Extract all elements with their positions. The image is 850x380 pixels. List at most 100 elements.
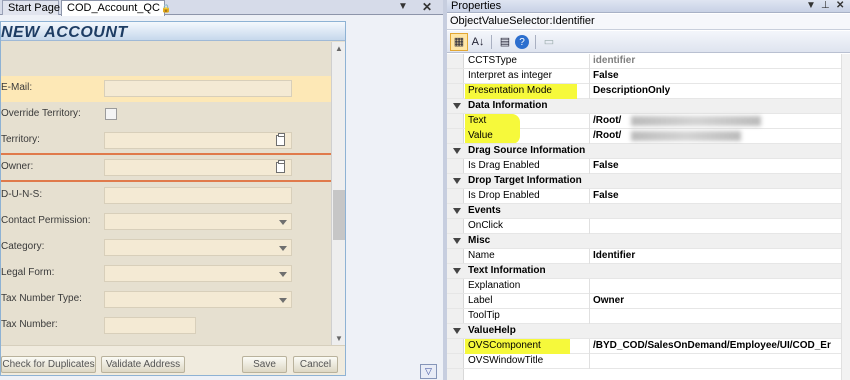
- territory-label: Territory:: [1, 134, 40, 145]
- categorized-view-icon[interactable]: ▦: [450, 33, 468, 51]
- tab-cod-account-qc[interactable]: COD_Account_QC🔒: [61, 0, 171, 16]
- property-name: Value: [468, 130, 493, 141]
- scroll-down-icon[interactable]: ▼: [335, 334, 343, 343]
- column-divider: [589, 69, 590, 84]
- events-help-icon[interactable]: ?: [515, 35, 529, 49]
- form-row-legal-form[interactable]: Legal Form:: [1, 261, 331, 287]
- category-name: Drag Source Information: [468, 145, 586, 156]
- form-row-category[interactable]: Category:: [1, 235, 331, 261]
- alphabetical-sort-icon[interactable]: A↓: [469, 33, 487, 51]
- territory-field[interactable]: [104, 132, 292, 149]
- close-icon[interactable]: ✕: [836, 0, 844, 12]
- collapse-icon[interactable]: [453, 148, 461, 154]
- value-help-icon[interactable]: [276, 133, 285, 146]
- value-help-icon[interactable]: [276, 160, 285, 173]
- property-row-is-drop-enabled[interactable]: Is Drop Enabled False: [447, 189, 850, 204]
- object-selector[interactable]: ObjectValueSelector:Identifier: [447, 14, 850, 30]
- form-row-email[interactable]: E-Mail:: [1, 76, 331, 102]
- form-footer: Check for Duplicates Validate Address Sa…: [1, 345, 345, 375]
- column-divider: [589, 159, 590, 174]
- email-field[interactable]: [104, 80, 292, 97]
- property-row-presentation-mode[interactable]: Presentation Mode DescriptionOnly: [447, 84, 850, 99]
- category-events[interactable]: Events: [447, 204, 850, 219]
- designer-canvas: NEW ACCOUNT E-Mail: Override Territory: …: [0, 16, 443, 380]
- collapse-icon[interactable]: [453, 328, 461, 334]
- property-row-is-drag-enabled[interactable]: Is Drag Enabled False: [447, 159, 850, 174]
- override-territory-checkbox[interactable]: [105, 108, 117, 120]
- scroll-thumb[interactable]: [333, 190, 345, 240]
- tab-start-page-label: Start Page: [8, 2, 60, 14]
- column-divider: [589, 294, 590, 309]
- check-duplicates-button[interactable]: Check for Duplicates: [1, 356, 96, 373]
- selected-object-label: ObjectValueSelector:Identifier: [450, 15, 595, 27]
- property-row-ovswindowtitle[interactable]: OVSWindowTitle: [447, 354, 850, 369]
- property-row-explanation[interactable]: Explanation: [447, 279, 850, 294]
- tab-start-page[interactable]: Start Page: [2, 0, 60, 15]
- category-valuehelp[interactable]: ValueHelp: [447, 324, 850, 339]
- property-row-onclick[interactable]: OnClick: [447, 219, 850, 234]
- category-drop-target[interactable]: Drop Target Information: [447, 174, 850, 189]
- column-divider: [589, 114, 590, 129]
- column-divider: [589, 354, 590, 369]
- collapse-icon[interactable]: [453, 178, 461, 184]
- property-pages-icon[interactable]: ▭: [540, 33, 558, 51]
- collapse-icon[interactable]: [453, 238, 461, 244]
- collapse-icon[interactable]: [453, 208, 461, 214]
- dropdown-arrow-icon[interactable]: [279, 298, 287, 303]
- category-data-information[interactable]: Data Information: [447, 99, 850, 114]
- contact-permission-select[interactable]: [104, 213, 292, 230]
- property-row-ovscomponent[interactable]: OVSComponent /BYD_COD/SalesOnDemand/Empl…: [447, 339, 850, 354]
- property-name: OnClick: [468, 220, 504, 231]
- category-drag-source[interactable]: Drag Source Information: [447, 144, 850, 159]
- scroll-up-icon[interactable]: ▲: [335, 44, 343, 53]
- dropdown-arrow-icon[interactable]: [279, 272, 287, 277]
- cancel-button[interactable]: Cancel: [293, 356, 338, 373]
- validate-address-button[interactable]: Validate Address: [101, 356, 185, 373]
- collapse-icon[interactable]: [453, 103, 461, 109]
- property-row-tooltip[interactable]: ToolTip: [447, 309, 850, 324]
- close-tab-icon[interactable]: ✕: [422, 0, 432, 15]
- dropdown-arrow-icon[interactable]: [279, 246, 287, 251]
- duns-field[interactable]: [104, 187, 292, 204]
- column-divider: [589, 219, 590, 234]
- form-scrollbar[interactable]: ▲ ▼: [331, 42, 345, 345]
- save-button[interactable]: Save: [242, 356, 287, 373]
- property-value: /BYD_COD/SalesOnDemand/Employee/UI/COD_E…: [593, 340, 831, 351]
- form-body: E-Mail: Override Territory: Territory: O…: [1, 42, 331, 342]
- property-row-text[interactable]: Text /Root/: [447, 114, 850, 144]
- property-row-label[interactable]: Label Owner: [447, 294, 850, 309]
- column-divider: [589, 189, 590, 204]
- pin-icon[interactable]: ⊥: [821, 0, 830, 12]
- canvas-overflow-dropdown-icon[interactable]: ▽: [420, 364, 437, 379]
- property-row-name[interactable]: Name Identifier: [447, 249, 850, 264]
- category-name: Text Information: [468, 265, 546, 276]
- category-select[interactable]: [104, 239, 292, 256]
- category-text-information[interactable]: Text Information: [447, 264, 850, 279]
- redacted-text: [631, 116, 761, 126]
- properties-view-icon[interactable]: ▤: [496, 33, 514, 51]
- collapse-icon[interactable]: [453, 268, 461, 274]
- property-name: CCTSType: [468, 55, 517, 66]
- form-row-territory[interactable]: Territory:: [1, 128, 331, 154]
- form-row-owner[interactable]: Owner:: [1, 155, 331, 181]
- dropdown-arrow-icon[interactable]: [279, 220, 287, 225]
- tax-number-type-select[interactable]: [104, 291, 292, 308]
- form-row-duns[interactable]: D-U-N-S:: [1, 183, 331, 209]
- legal-form-label: Legal Form:: [1, 267, 55, 278]
- form-row-contact-permission[interactable]: Contact Permission:: [1, 209, 331, 235]
- form-row-override-territory[interactable]: Override Territory:: [1, 102, 331, 128]
- form-row-tax-number-type[interactable]: Tax Number Type:: [1, 287, 331, 313]
- property-grid-scrollbar[interactable]: [841, 54, 850, 380]
- contact-permission-label: Contact Permission:: [1, 215, 91, 226]
- category-misc[interactable]: Misc: [447, 234, 850, 249]
- property-name: ToolTip: [468, 310, 500, 321]
- legal-form-select[interactable]: [104, 265, 292, 282]
- window-position-dropdown-icon[interactable]: ▼: [806, 0, 816, 12]
- property-row-value[interactable]: Value /Root/: [447, 129, 850, 144]
- property-row-interpret-integer[interactable]: Interpret as integer False: [447, 69, 850, 84]
- tax-number-field[interactable]: [104, 317, 196, 334]
- owner-field[interactable]: [104, 159, 292, 176]
- property-row-ccts-type[interactable]: CCTSType identifier: [447, 54, 850, 69]
- tab-list-dropdown-icon[interactable]: ▼: [398, 0, 408, 15]
- form-row-tax-number[interactable]: Tax Number:: [1, 313, 331, 339]
